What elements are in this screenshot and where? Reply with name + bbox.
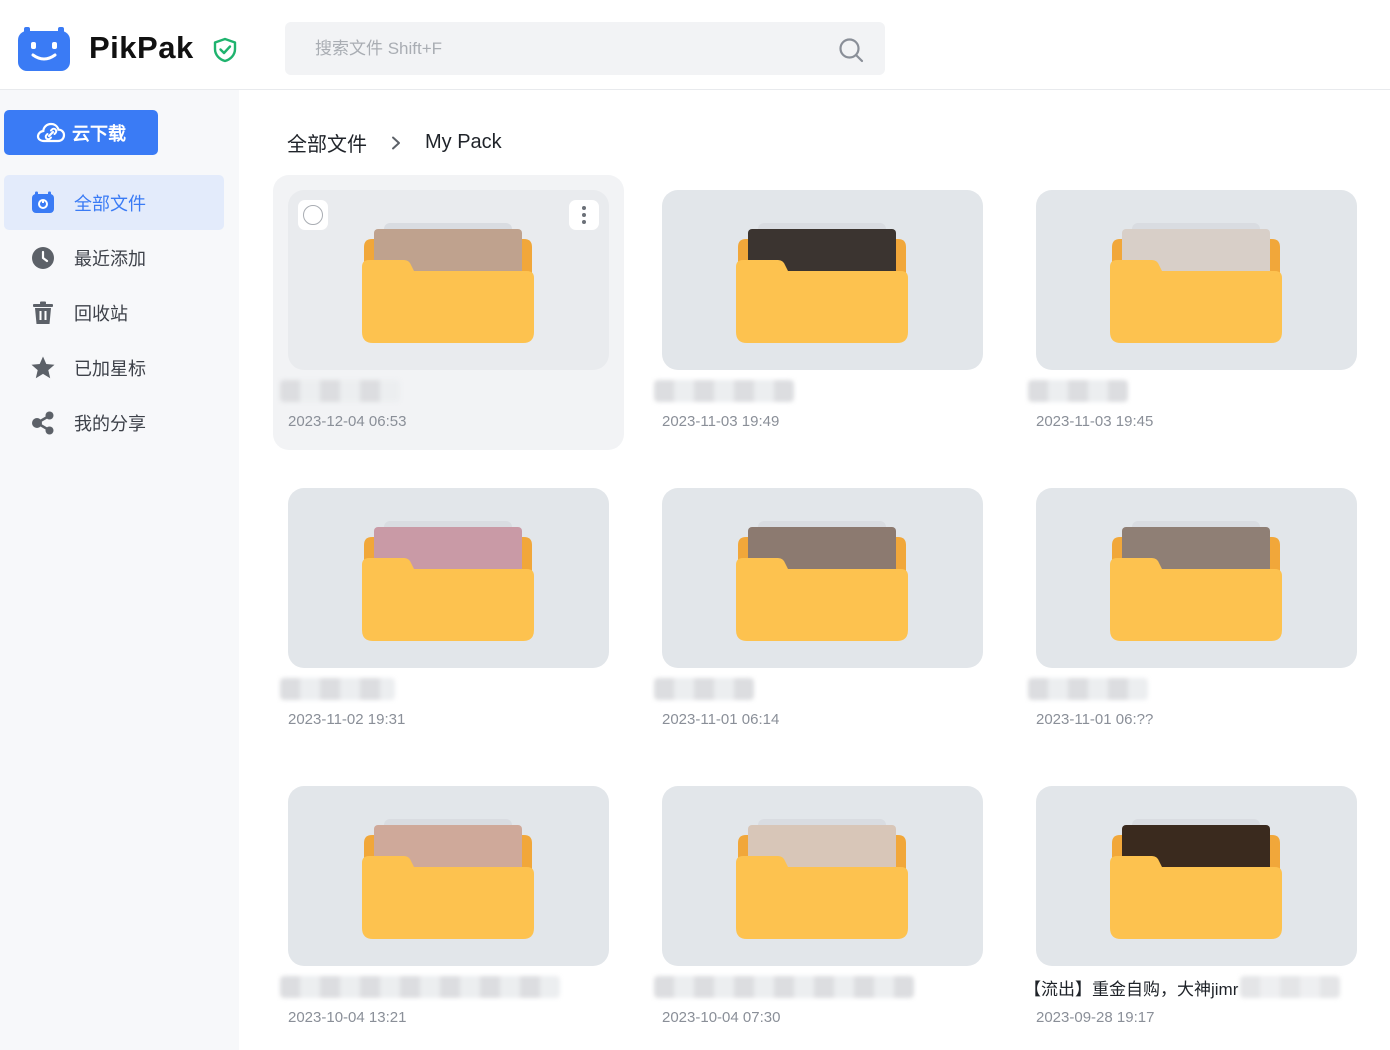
folder-name[interactable]: [280, 678, 395, 700]
sidebar-item-starred[interactable]: 已加星标: [4, 340, 224, 395]
folder-date: 2023-10-04 13:21: [288, 1009, 407, 1026]
all-files-icon: [30, 190, 56, 216]
folder-card[interactable]: 2023-10-04 13:21: [273, 771, 624, 1046]
sidebar-item-label: 已加星标: [74, 358, 146, 379]
folder-name[interactable]: [654, 380, 794, 402]
folder-thumbnail[interactable]: [662, 190, 983, 370]
chevron-right-icon: [392, 136, 400, 149]
more-options-button[interactable]: [569, 200, 599, 230]
redacted-text: [280, 678, 395, 700]
redacted-text: [1028, 678, 1148, 700]
folder-name[interactable]: [654, 678, 754, 700]
sidebar-item-label: 最近添加: [74, 248, 146, 269]
sidebar-item-my-share[interactable]: 我的分享: [4, 395, 224, 450]
sidebar-item-all-files[interactable]: 全部文件: [4, 175, 224, 230]
folder-name[interactable]: 【流出】重金自购，大神jimr: [1024, 976, 1341, 999]
folder-date: 2023-11-03 19:49: [662, 413, 780, 430]
folder-date: 2023-11-03 19:45: [1036, 413, 1154, 430]
search-box[interactable]: [285, 22, 885, 75]
folder-name[interactable]: [1028, 678, 1148, 700]
folder-icon: [362, 223, 534, 343]
folder-date: 2023-12-04 06:53: [288, 413, 407, 430]
folder-name[interactable]: [654, 976, 914, 998]
redacted-text: [654, 380, 794, 402]
folder-card[interactable]: 2023-11-01 06:??: [1021, 473, 1372, 748]
folder-thumbnail[interactable]: [662, 488, 983, 668]
search-input[interactable]: [315, 36, 795, 62]
folder-thumbnail[interactable]: [288, 190, 609, 370]
folder-icon: [1110, 521, 1282, 641]
brand-name: PikPak: [89, 30, 194, 65]
folder-icon: [736, 521, 908, 641]
sidebar-nav: 全部文件 最近添加 回收站 已加星标 我的分享: [4, 175, 224, 450]
checkbox-circle-icon: [303, 205, 323, 225]
cloud-download-button[interactable]: 云下载: [4, 110, 158, 155]
redacted-text: [1028, 380, 1128, 402]
folder-thumbnail[interactable]: [1036, 190, 1357, 370]
folder-card[interactable]: 2023-11-02 19:31: [273, 473, 624, 748]
sidebar: 云下载 全部文件 最近添加 回收站 已加星标 我的分享: [0, 90, 239, 1050]
sidebar-item-trash[interactable]: 回收站: [4, 285, 224, 340]
folder-card[interactable]: 2023-11-01 06:14: [647, 473, 998, 748]
select-checkbox[interactable]: [298, 200, 328, 230]
breadcrumb-root[interactable]: 全部文件: [287, 128, 367, 157]
folder-date: 2023-09-28 19:17: [1036, 1009, 1155, 1026]
folder-icon: [1110, 223, 1282, 343]
folder-icon: [736, 223, 908, 343]
breadcrumb: 全部文件 My Pack: [287, 128, 502, 157]
folder-name[interactable]: [280, 976, 560, 998]
folder-card[interactable]: 2023-12-04 06:53: [273, 175, 624, 450]
folder-card[interactable]: 2023-11-03 19:49: [647, 175, 998, 450]
redacted-text: [280, 976, 560, 998]
star-icon: [30, 355, 56, 381]
sidebar-item-label: 全部文件: [74, 193, 146, 214]
cloud-link-icon: [36, 122, 66, 142]
folder-thumbnail[interactable]: [662, 786, 983, 966]
more-dots-icon: [582, 206, 586, 210]
folder-thumbnail[interactable]: [1036, 786, 1357, 966]
folder-thumbnail[interactable]: [288, 488, 609, 668]
redacted-text: [1240, 976, 1341, 998]
more-dot: [582, 213, 586, 217]
folder-thumbnail[interactable]: [288, 786, 609, 966]
shield-check-icon[interactable]: [212, 37, 238, 63]
more-dot: [582, 220, 586, 224]
folder-thumbnail[interactable]: [1036, 488, 1357, 668]
clock-icon: [30, 245, 56, 271]
breadcrumb-current: My Pack: [425, 131, 502, 153]
redacted-text: [654, 678, 754, 700]
folder-icon: [1110, 819, 1282, 939]
sidebar-item-recent[interactable]: 最近添加: [4, 230, 224, 285]
sidebar-item-label: 我的分享: [74, 413, 146, 434]
cloud-download-label: 云下载: [72, 123, 126, 144]
share-icon: [30, 410, 56, 436]
folder-card[interactable]: 2023-11-03 19:45: [1021, 175, 1372, 450]
top-header: PikPak: [0, 0, 1390, 90]
trash-icon: [30, 300, 56, 326]
sidebar-item-label: 回收站: [74, 303, 128, 324]
pikpak-logo-icon[interactable]: [18, 27, 70, 71]
folder-icon: [362, 819, 534, 939]
folder-date: 2023-11-02 19:31: [288, 711, 406, 728]
folder-card[interactable]: 2023-10-04 07:30: [647, 771, 998, 1046]
search-icon[interactable]: [838, 37, 864, 63]
folder-name[interactable]: [1028, 380, 1128, 402]
redacted-text: [280, 380, 400, 402]
folder-icon: [736, 819, 908, 939]
folder-name-text: 【流出】重金自购，大神jimr: [1024, 979, 1239, 999]
folder-name[interactable]: [280, 380, 400, 402]
folder-date: 2023-10-04 07:30: [662, 1009, 781, 1026]
redacted-text: [654, 976, 914, 998]
folder-date: 2023-11-01 06:??: [1036, 711, 1154, 728]
folder-card[interactable]: 【流出】重金自购，大神jimr 2023-09-28 19:17: [1021, 771, 1372, 1046]
folder-icon: [362, 521, 534, 641]
folder-date: 2023-11-01 06:14: [662, 711, 780, 728]
